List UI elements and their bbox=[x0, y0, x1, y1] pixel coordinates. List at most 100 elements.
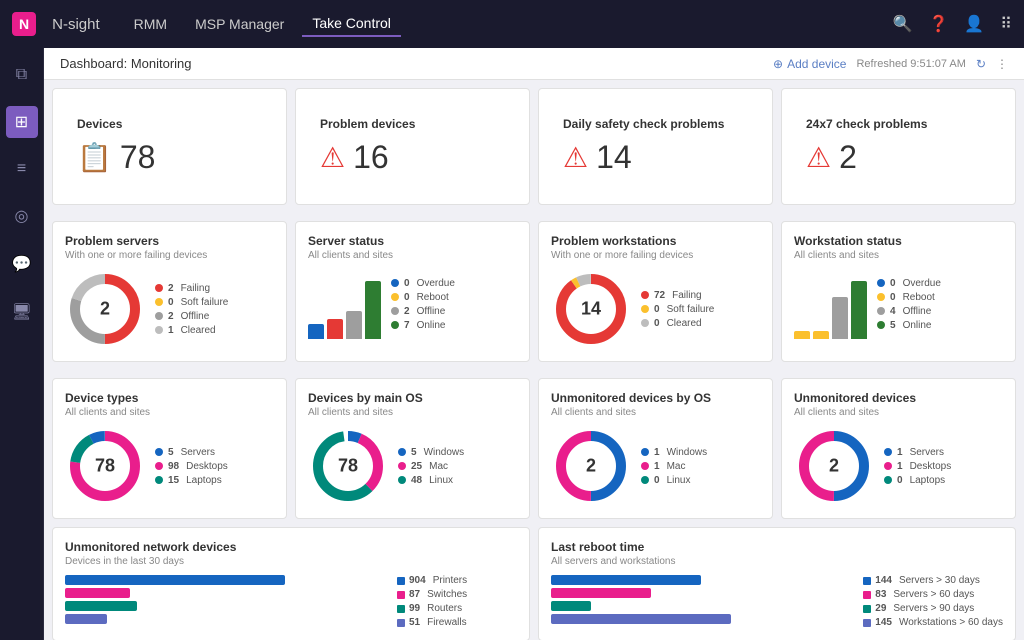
unmonitored-by-os-legend: 1Windows 1Mac 0Linux bbox=[641, 447, 707, 486]
last-reboot-title: Last reboot time bbox=[551, 540, 1003, 554]
problem-devices-label: Problem devices bbox=[320, 117, 415, 131]
sidebar-network-icon[interactable]: ◎ bbox=[6, 200, 38, 232]
network-bar-switches bbox=[65, 588, 130, 598]
more-options-icon[interactable]: ⋮ bbox=[996, 57, 1008, 71]
devices-by-os-legend: 5Windows 25Mac 48Linux bbox=[398, 447, 464, 486]
problem-workstations-center: 14 bbox=[581, 299, 601, 320]
check247-label: 24x7 check problems bbox=[806, 117, 927, 131]
server-bar-online bbox=[365, 281, 381, 339]
device-types-subtitle: All clients and sites bbox=[65, 407, 274, 418]
server-status-bars bbox=[308, 269, 381, 339]
help-icon[interactable]: ❓ bbox=[928, 14, 948, 34]
server-status-widget: Server status All clients and sites 0Ove… bbox=[295, 221, 530, 362]
sidebar-copy-icon[interactable]: ⧉ bbox=[6, 60, 38, 90]
reboot-bars bbox=[551, 575, 855, 624]
plus-icon: ⊕ bbox=[773, 57, 783, 71]
problem-servers-widget: Problem servers With one or more failing… bbox=[52, 221, 287, 362]
workstation-status-widget: Workstation status All clients and sites… bbox=[781, 221, 1016, 362]
apps-icon[interactable]: ⠿ bbox=[1000, 14, 1012, 34]
nav-icon-group: 🔍 ❓ 👤 ⠿ bbox=[893, 14, 1012, 34]
ws-bar-overdue bbox=[794, 331, 810, 339]
sidebar-chat-icon[interactable]: 💬 bbox=[6, 248, 38, 280]
ws-bar-online bbox=[851, 281, 867, 339]
device-types-widget: Device types All clients and sites 78 5S… bbox=[52, 378, 287, 519]
problem-workstations-title: Problem workstations bbox=[551, 234, 760, 248]
unmonitored-by-os-center: 2 bbox=[586, 456, 596, 477]
problem-workstations-donut: 14 bbox=[551, 269, 631, 349]
main-content: Dashboard: Monitoring ⊕ Add device Refre… bbox=[44, 48, 1024, 640]
reboot-bar-30 bbox=[551, 575, 701, 585]
nav-rmm[interactable]: RMM bbox=[124, 12, 177, 36]
stat-widget-row: Devices 📋 78 Problem devices ⚠ bbox=[44, 80, 1024, 213]
problem-workstations-widget: Problem workstations With one or more fa… bbox=[538, 221, 773, 362]
reboot-bar-ws60 bbox=[551, 614, 731, 624]
add-device-label: Add device bbox=[787, 57, 846, 71]
problem-devices-value: 16 bbox=[353, 139, 389, 176]
unmonitored-network-widget: Unmonitored network devices Devices in t… bbox=[52, 527, 530, 640]
check247-widget: 24x7 check problems ⚠ 2 bbox=[781, 88, 1016, 205]
sidebar: ⧉ ⊞ ≡ ◎ 💬 🖥 bbox=[0, 48, 44, 640]
sidebar-grid-icon[interactable]: ⊞ bbox=[6, 106, 38, 138]
unmonitored-devices-donut: 2 bbox=[794, 426, 874, 506]
problem-workstations-subtitle: With one or more failing devices bbox=[551, 250, 760, 261]
devices-by-os-title: Devices by main OS bbox=[308, 391, 517, 405]
reboot-legend: 144Servers > 30 days 83Servers > 60 days… bbox=[863, 575, 1003, 628]
problem-workstations-legend: 72Failing 0Soft failure 0Cleared bbox=[641, 290, 714, 329]
network-bars bbox=[65, 575, 389, 624]
problem-servers-subtitle: With one or more failing devices bbox=[65, 250, 274, 261]
server-status-legend: 0Overdue 0Reboot 2Offline 7Online bbox=[391, 278, 455, 331]
workstation-status-bars bbox=[794, 269, 867, 339]
problem-servers-center: 2 bbox=[100, 299, 110, 320]
server-status-subtitle: All clients and sites bbox=[308, 250, 517, 261]
devices-label: Devices bbox=[77, 117, 155, 131]
server-bar-overdue bbox=[308, 324, 324, 339]
bottom-widget-row: Unmonitored network devices Devices in t… bbox=[44, 527, 1024, 640]
ws-bar-reboot bbox=[813, 331, 829, 339]
nav-msp[interactable]: MSP Manager bbox=[185, 12, 294, 36]
dashboard-header: Dashboard: Monitoring ⊕ Add device Refre… bbox=[44, 48, 1024, 80]
unmonitored-by-os-donut: 2 bbox=[551, 426, 631, 506]
network-bar-printers bbox=[65, 575, 285, 585]
unmonitored-network-subtitle: Devices in the last 30 days bbox=[65, 556, 517, 567]
network-legend: 904Printers 87Switches 99Routers 51Firew… bbox=[397, 575, 517, 628]
server-bar-reboot bbox=[327, 319, 343, 339]
daily-safety-widget: Daily safety check problems ⚠ 14 bbox=[538, 88, 773, 205]
device-types-center: 78 bbox=[95, 456, 115, 477]
network-bar-routers bbox=[65, 601, 137, 611]
devices-by-os-widget: Devices by main OS All clients and sites… bbox=[295, 378, 530, 519]
unmonitored-devices-center: 2 bbox=[829, 456, 839, 477]
check247-value: 2 bbox=[839, 139, 857, 176]
server-bar-offline bbox=[346, 311, 362, 339]
refresh-time: Refreshed 9:51:07 AM bbox=[856, 58, 965, 70]
workstation-status-title: Workstation status bbox=[794, 234, 1003, 248]
devices-icon: 📋 bbox=[77, 141, 112, 174]
devices-value: 78 bbox=[120, 139, 156, 176]
unmonitored-devices-widget: Unmonitored devices All clients and site… bbox=[781, 378, 1016, 519]
unmonitored-network-title: Unmonitored network devices bbox=[65, 540, 517, 554]
third-widget-row: Device types All clients and sites 78 5S… bbox=[44, 370, 1024, 527]
search-icon[interactable]: 🔍 bbox=[893, 14, 913, 34]
devices-by-os-center: 78 bbox=[338, 456, 358, 477]
refresh-icon[interactable]: ↻ bbox=[976, 57, 986, 71]
sidebar-filter-icon[interactable]: ≡ bbox=[6, 154, 38, 184]
device-types-title: Device types bbox=[65, 391, 274, 405]
add-device-button[interactable]: ⊕ Add device bbox=[773, 57, 846, 71]
account-icon[interactable]: 👤 bbox=[964, 14, 984, 34]
workstation-status-legend: 0Overdue 0Reboot 4Offline 5Online bbox=[877, 278, 941, 331]
workstation-status-subtitle: All clients and sites bbox=[794, 250, 1003, 261]
dashboard-title: Dashboard: Monitoring bbox=[60, 56, 192, 71]
nav-logo: N bbox=[12, 12, 36, 36]
second-widget-row: Problem servers With one or more failing… bbox=[44, 213, 1024, 370]
reboot-bar-90 bbox=[551, 601, 591, 611]
problem-devices-widget: Problem devices ⚠ 16 bbox=[295, 88, 530, 205]
daily-safety-icon: ⚠ bbox=[563, 141, 588, 174]
problem-servers-donut: 2 bbox=[65, 269, 145, 349]
unmonitored-devices-subtitle: All clients and sites bbox=[794, 407, 1003, 418]
last-reboot-subtitle: All servers and workstations bbox=[551, 556, 1003, 567]
nav-take-control[interactable]: Take Control bbox=[302, 11, 401, 37]
app-name: N-sight bbox=[52, 16, 100, 33]
sidebar-monitor-icon[interactable]: 🖥 bbox=[6, 296, 38, 328]
problem-devices-icon: ⚠ bbox=[320, 141, 345, 174]
server-status-title: Server status bbox=[308, 234, 517, 248]
ws-bar-offline bbox=[832, 297, 848, 339]
